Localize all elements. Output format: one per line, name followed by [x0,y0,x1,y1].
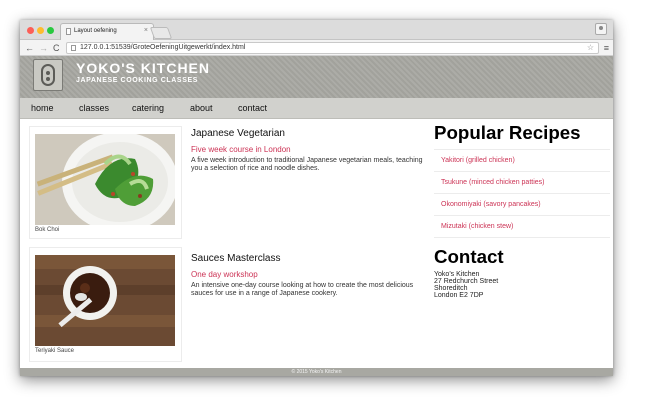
site-footer: © 2015 Yoko's Kitchen [20,368,613,376]
menu-icon[interactable]: ≡ [604,42,609,54]
main-nav: home classes catering about contact [20,98,613,119]
browser-tab[interactable]: Layout oefening × [60,23,154,40]
browser-window: Layout oefening × ← → C 127.0.0.1:51539/… [20,20,613,376]
site-header: YOKO'S KITCHEN JAPANESE COOKING CLASSES [20,56,613,98]
minimize-window-button[interactable] [37,27,44,34]
article-japanese-vegetarian: Japanese Vegetarian Five week course in … [191,128,431,173]
forward-icon[interactable]: → [39,42,48,54]
recipe-link[interactable]: Mizutaki (chicken stew) [434,216,610,238]
address-line: Yoko's Kitchen [434,271,480,278]
bookmark-star-icon[interactable]: ☆ [587,43,594,52]
tab-bar: Layout oefening × [20,20,613,40]
address-line: 27 Redchurch Street [434,278,499,285]
new-tab-button[interactable] [149,27,173,39]
reload-icon[interactable]: C [53,42,60,54]
recipe-link[interactable]: Okonomiyaki (savory pancakes) [434,194,610,216]
article-description: A five week introduction to traditional … [191,157,423,172]
main-content: Bok Choi Japanese Vegetarian Five week c… [20,119,613,370]
site-title: YOKO'S KITCHEN [76,60,211,76]
browser-toolbar: ← → C 127.0.0.1:51539/GroteOefeningUitge… [20,40,613,56]
page-info-icon[interactable] [71,45,76,51]
article-subtitle: One day workshop [191,270,258,279]
back-icon[interactable]: ← [25,42,34,54]
contact-section: Contact Yoko's Kitchen 27 Redchurch Stre… [434,246,610,299]
tab-close-icon[interactable]: × [144,27,148,34]
nav-catering[interactable]: catering [132,103,164,113]
image-caption: Bok Choi [35,227,60,233]
article-title: Japanese Vegetarian [191,128,285,139]
recipe-list: Yakitori (grilled chicken) Tsukune (minc… [434,149,610,238]
popular-recipes-heading: Popular Recipes [434,122,581,143]
article-description: An intensive one-day course looking at h… [191,282,414,297]
address-line: London E2 7DP [434,292,484,299]
nav-about[interactable]: about [190,103,213,113]
article-subtitle: Five week course in London [191,145,291,154]
nav-home[interactable]: home [31,103,54,113]
article-title: Sauces Masterclass [191,253,281,264]
profile-icon[interactable] [595,23,607,35]
article-sauces-masterclass: Sauces Masterclass One day workshop An i… [191,253,431,298]
recipe-link[interactable]: Tsukune (minced chicken patties) [434,172,610,194]
figure-card: Bok Choi [29,126,182,239]
address-bar[interactable]: 127.0.0.1:51539/GroteOefeningUitgewerkt/… [66,42,599,54]
image-caption: Teriyaki Sauce [35,348,75,354]
figure-card: Teriyaki Sauce [29,247,182,362]
site-logo-icon[interactable] [33,59,63,91]
nav-contact[interactable]: contact [238,103,267,113]
recipe-link[interactable]: Yakitori (grilled chicken) [434,150,610,172]
teriyaki-sauce-image [35,255,175,346]
contact-address: Yoko's Kitchen 27 Redchurch Street Shore… [434,271,610,299]
contact-heading: Contact [434,246,504,267]
zoom-window-button[interactable] [47,27,54,34]
site-subtitle: JAPANESE COOKING CLASSES [76,77,199,84]
tab-title: Layout oefening [74,28,117,34]
popular-recipes: Popular Recipes Yakitori (grilled chicke… [434,122,610,238]
url-text[interactable]: 127.0.0.1:51539/GroteOefeningUitgewerkt/… [80,44,245,51]
web-page: YOKO'S KITCHEN JAPANESE COOKING CLASSES … [20,56,613,376]
address-line: Shoreditch [434,285,468,292]
close-window-button[interactable] [27,27,34,34]
nav-classes[interactable]: classes [79,103,109,113]
bok-choi-image [35,134,175,225]
page-icon [66,28,71,35]
